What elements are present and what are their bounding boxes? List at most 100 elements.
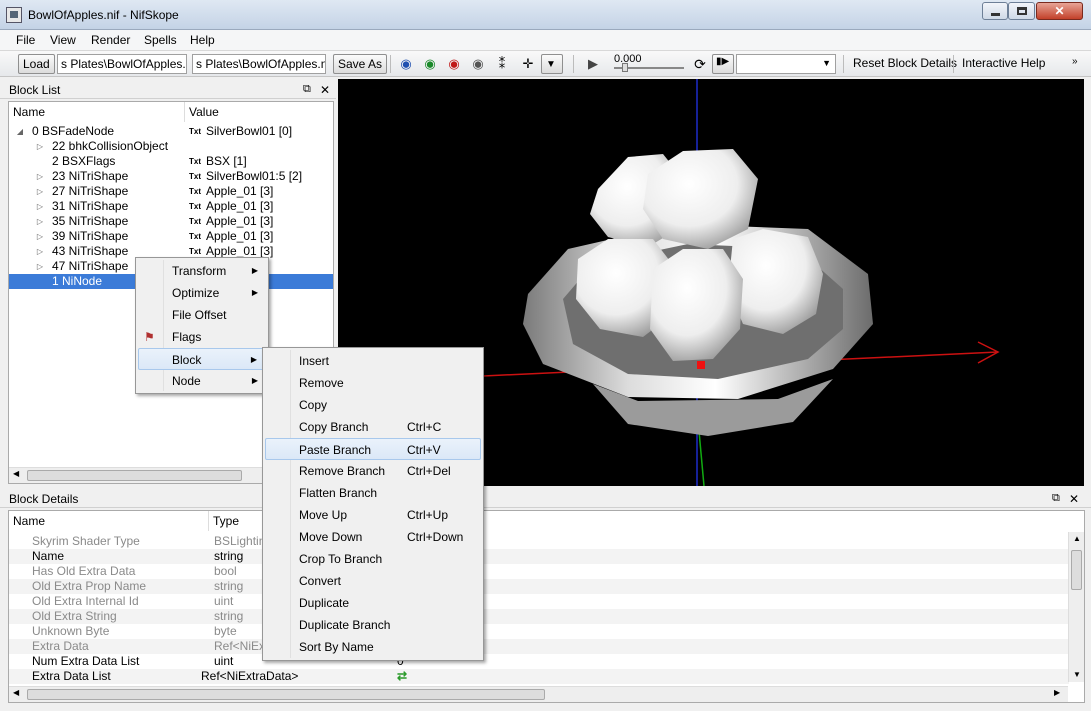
save-as-button[interactable]: Save As xyxy=(333,54,388,74)
close-panel-icon[interactable]: ✕ xyxy=(320,83,330,97)
name-column-header[interactable]: Name xyxy=(9,511,209,531)
switch-button[interactable]: ▮▶ xyxy=(712,54,734,74)
menu-item-node[interactable]: Node ▶ xyxy=(138,370,266,392)
name-column-header[interactable]: Name xyxy=(9,102,185,122)
table-row[interactable]: Num Extra Data List uint 0 xyxy=(9,654,1069,669)
menu-item-crop-to-branch[interactable]: Crop To Branch xyxy=(265,548,481,570)
table-row[interactable]: Old Extra Internal Id uint xyxy=(9,594,1069,609)
menu-item-optimize[interactable]: Optimize ▶ xyxy=(138,282,266,304)
scroll-left-icon[interactable]: ◀ xyxy=(13,688,19,697)
tree-row[interactable]: ▷ 22 bhkCollisionObject xyxy=(9,139,333,154)
scroll-thumb[interactable] xyxy=(27,470,242,481)
axis-icon[interactable]: ✛ xyxy=(520,56,536,72)
collapsed-arrow-icon[interactable]: ▷ xyxy=(35,184,45,199)
block-details-table[interactable]: Name Type Skyrim Shader Type BSLightin Na… xyxy=(8,510,1085,703)
view-green-eye-icon[interactable]: ◉ xyxy=(422,56,438,72)
view-blue-eye-icon[interactable]: ◉ xyxy=(398,56,414,72)
tree-row[interactable]: ▷ 23 NiTriShape Txt SilverBowl01:5 [2] xyxy=(9,169,333,184)
menu-item-move-down[interactable]: Move Down Ctrl+Down xyxy=(265,526,481,548)
menu-item-remove[interactable]: Remove xyxy=(265,372,481,394)
menu-item-sort-by-name[interactable]: Sort By Name xyxy=(265,636,481,658)
title-bar: BowlOfApples.nif - NifSkope ✕ xyxy=(0,0,1091,30)
toolbar-overflow-icon[interactable]: » xyxy=(1072,56,1078,67)
collapsed-arrow-icon[interactable]: ▷ xyxy=(35,199,45,214)
submenu-arrow-icon: ▶ xyxy=(251,266,258,275)
menu-item-file-offset[interactable]: File Offset xyxy=(138,304,266,326)
app-icon xyxy=(6,7,22,23)
menu-item-flatten-branch[interactable]: Flatten Branch xyxy=(265,482,481,504)
scroll-right-icon[interactable]: ▶ xyxy=(1054,688,1060,697)
save-path-field[interactable]: s Plates\BowlOfApples.nif xyxy=(192,54,326,74)
link-icon[interactable]: ⇄ xyxy=(397,669,407,684)
table-row[interactable]: Extra Data Ref<NiEx xyxy=(9,639,1069,654)
flag-icon: ⚑ xyxy=(144,330,155,344)
block-list-header: Block List ⧉ ✕ xyxy=(0,79,336,99)
scroll-left-icon[interactable]: ◀ xyxy=(13,469,19,478)
scroll-thumb[interactable] xyxy=(1071,550,1082,590)
loop-icon[interactable]: ⟳ xyxy=(692,56,708,72)
menu-item-flags[interactable]: ⚑ Flags xyxy=(138,326,266,348)
menu-item-convert[interactable]: Convert xyxy=(265,570,481,592)
menu-spells[interactable]: Spells xyxy=(144,33,177,47)
table-row[interactable]: Name string xyxy=(9,549,1069,564)
play-icon[interactable]: ▶ xyxy=(585,56,601,72)
interactive-help-button[interactable]: Interactive Help xyxy=(962,56,1045,70)
menu-item-copy[interactable]: Copy xyxy=(265,394,481,416)
table-row[interactable]: Unknown Byte byte xyxy=(9,624,1069,639)
scroll-up-icon[interactable]: ▲ xyxy=(1073,534,1081,543)
view-gray-eye-icon[interactable]: ◉ xyxy=(470,56,486,72)
table-row[interactable]: Skyrim Shader Type BSLightin xyxy=(9,534,1069,549)
load-button[interactable]: Load xyxy=(18,54,55,74)
menu-item-duplicate-branch[interactable]: Duplicate Branch xyxy=(265,614,481,636)
table-row[interactable]: Old Extra String string xyxy=(9,609,1069,624)
time-slider-handle[interactable] xyxy=(622,63,628,72)
tree-row[interactable]: ◢ 0 BSFadeNode Txt SilverBowl01 [0] xyxy=(9,124,333,139)
expand-arrow-icon[interactable]: ◢ xyxy=(15,124,25,139)
load-path-field[interactable]: s Plates\BowlOfApples.nif xyxy=(57,54,187,74)
menu-item-block[interactable]: Block ▶ xyxy=(138,348,266,370)
vertical-scrollbar[interactable]: ▲ ▼ xyxy=(1068,532,1084,682)
collapsed-arrow-icon[interactable]: ▷ xyxy=(35,244,45,259)
value-column-header[interactable]: Value xyxy=(185,102,333,122)
float-panel-icon[interactable]: ⧉ xyxy=(1052,492,1060,505)
collapsed-arrow-icon[interactable]: ▷ xyxy=(35,169,45,184)
tree-row[interactable]: ▷ 27 NiTriShape Txt Apple_01 [3] xyxy=(9,184,333,199)
view-red-eye-icon[interactable]: ◉ xyxy=(446,56,462,72)
reset-block-details-button[interactable]: Reset Block Details xyxy=(853,56,957,70)
horizontal-scrollbar[interactable]: ◀ ▶ xyxy=(9,686,1068,702)
float-panel-icon[interactable]: ⧉ xyxy=(303,83,311,96)
collapsed-arrow-icon[interactable]: ▷ xyxy=(35,214,45,229)
collapsed-arrow-icon[interactable]: ▷ xyxy=(35,259,45,274)
menu-help[interactable]: Help xyxy=(190,33,215,47)
scroll-thumb[interactable] xyxy=(27,689,545,700)
tree-row[interactable]: ▷ 35 NiTriShape Txt Apple_01 [3] xyxy=(9,214,333,229)
block-submenu: Insert Remove Copy Copy Branch Ctrl+C Pas… xyxy=(262,347,484,661)
menu-file[interactable]: File xyxy=(16,33,35,47)
menu-item-move-up[interactable]: Move Up Ctrl+Up xyxy=(265,504,481,526)
footprints-icon[interactable]: ⁑ xyxy=(494,56,510,72)
table-row[interactable]: Extra Data List Ref<NiExtraData> ⇄ xyxy=(9,669,1069,684)
tree-row[interactable]: ▷ 31 NiTriShape Txt Apple_01 [3] xyxy=(9,199,333,214)
close-button[interactable]: ✕ xyxy=(1036,2,1083,20)
menu-item-paste-branch[interactable]: Paste Branch Ctrl+V xyxy=(265,438,481,460)
tree-row[interactable]: ▷ 39 NiTriShape Txt Apple_01 [3] xyxy=(9,229,333,244)
maximize-button[interactable] xyxy=(1008,2,1035,20)
menu-view[interactable]: View xyxy=(50,33,76,47)
view-dropdown-button[interactable]: ▼ xyxy=(541,54,563,74)
table-row[interactable]: Old Extra Prop Name string xyxy=(9,579,1069,594)
menu-render[interactable]: Render xyxy=(91,33,130,47)
collapsed-arrow-icon[interactable]: ▷ xyxy=(35,139,45,154)
sequence-select[interactable]: ▼ xyxy=(736,54,836,74)
tree-row[interactable]: 2 BSXFlags Txt BSX [1] xyxy=(9,154,333,169)
menu-item-insert[interactable]: Insert xyxy=(265,350,481,372)
menu-item-copy-branch[interactable]: Copy Branch Ctrl+C xyxy=(265,416,481,438)
menu-item-duplicate[interactable]: Duplicate xyxy=(265,592,481,614)
menu-item-transform[interactable]: Transform ▶ xyxy=(138,260,266,282)
minimize-button[interactable] xyxy=(982,2,1008,20)
table-row[interactable]: Has Old Extra Data bool xyxy=(9,564,1069,579)
close-panel-icon[interactable]: ✕ xyxy=(1069,492,1079,506)
menu-item-remove-branch[interactable]: Remove Branch Ctrl+Del xyxy=(265,460,481,482)
txt-tag: Txt xyxy=(189,247,201,256)
collapsed-arrow-icon[interactable]: ▷ xyxy=(35,229,45,244)
scroll-down-icon[interactable]: ▼ xyxy=(1073,670,1081,679)
